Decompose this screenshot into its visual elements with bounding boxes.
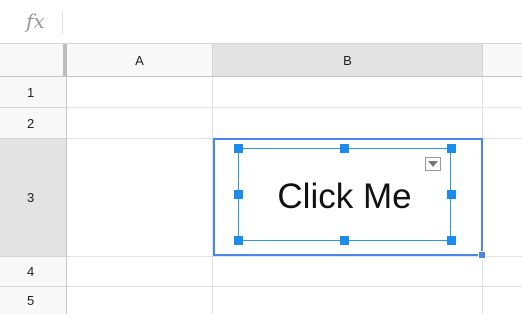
grid-line bbox=[67, 256, 522, 257]
drawing-options-button[interactable] bbox=[425, 157, 441, 171]
row-header-3[interactable]: 3 bbox=[0, 139, 67, 257]
resize-handle-top[interactable] bbox=[340, 144, 349, 153]
formula-input[interactable] bbox=[72, 8, 512, 36]
formula-bar: fx bbox=[0, 0, 522, 44]
resize-handle-bottom-right[interactable] bbox=[447, 236, 456, 245]
drawing-button-text[interactable]: Click Me bbox=[238, 148, 451, 241]
fill-handle[interactable] bbox=[478, 251, 486, 259]
column-header-c[interactable] bbox=[483, 44, 522, 76]
dropdown-arrow-icon bbox=[428, 161, 438, 167]
fx-icon: fx bbox=[26, 9, 45, 33]
column-header-a[interactable]: A bbox=[67, 44, 213, 76]
column-header-b[interactable]: B bbox=[213, 44, 483, 76]
resize-handle-right[interactable] bbox=[447, 190, 456, 199]
select-all-corner[interactable] bbox=[0, 44, 67, 76]
row-header-4[interactable]: 4 bbox=[0, 257, 67, 287]
formula-bar-divider bbox=[62, 12, 63, 34]
resize-handle-bottom-left[interactable] bbox=[234, 236, 243, 245]
resize-handle-top-left[interactable] bbox=[234, 144, 243, 153]
row-header-1[interactable]: 1 bbox=[0, 77, 67, 108]
row-header-5[interactable]: 5 bbox=[0, 287, 67, 314]
grid-line bbox=[67, 286, 522, 287]
resize-handle-left[interactable] bbox=[234, 190, 243, 199]
column-header-bar: A B bbox=[0, 44, 522, 77]
grid-line bbox=[67, 107, 522, 108]
resize-handle-top-right[interactable] bbox=[447, 144, 456, 153]
resize-handle-bottom[interactable] bbox=[340, 236, 349, 245]
row-header-2[interactable]: 2 bbox=[0, 108, 67, 139]
